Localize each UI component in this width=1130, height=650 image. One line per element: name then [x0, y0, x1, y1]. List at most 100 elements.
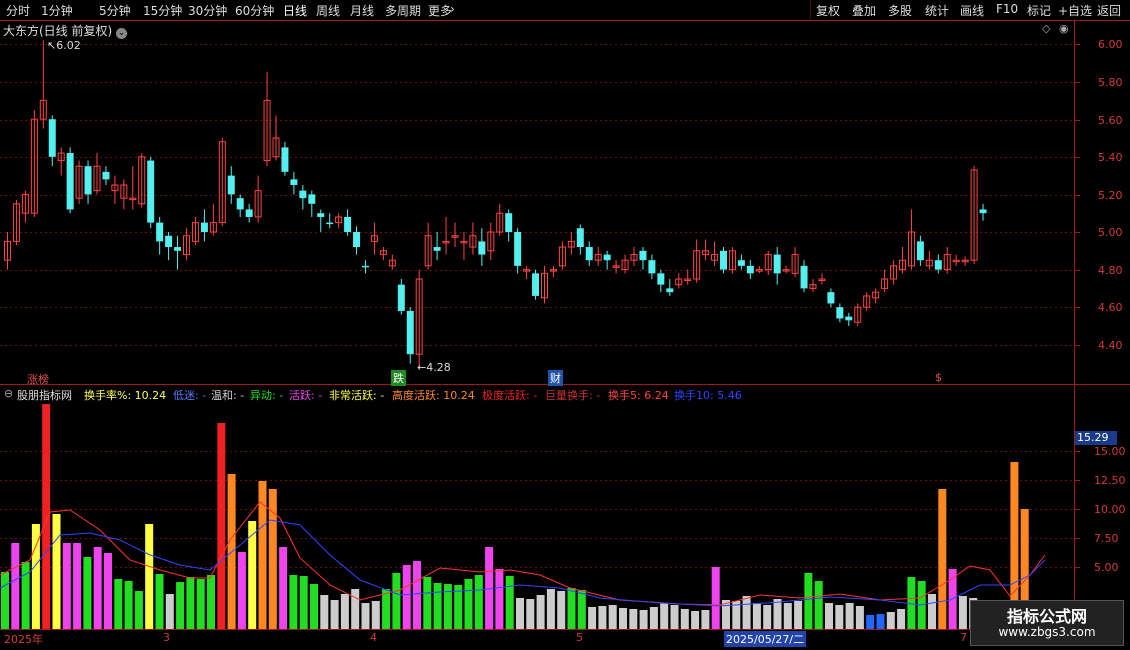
- turnover-bar: [299, 576, 308, 629]
- turnover-bar: [619, 608, 627, 629]
- watermark-title: 指标公式网: [1006, 607, 1087, 626]
- candle-body-down: [326, 222, 334, 225]
- date-label: 2025年: [4, 633, 43, 646]
- turnover-bar: [588, 607, 597, 629]
- candle-body-down: [827, 292, 835, 304]
- turnover-bar: [742, 596, 751, 629]
- candle-body-down: [657, 273, 665, 285]
- turnover-bar: [794, 601, 803, 629]
- candle-body-down: [48, 119, 56, 157]
- turnover-bar: [639, 610, 648, 629]
- turnover-bar: [93, 547, 102, 629]
- chevron-down-icon[interactable]: ⌄: [116, 28, 128, 39]
- candle-body-down: [433, 247, 441, 251]
- turnover-bar: [763, 605, 772, 629]
- candle-body-down: [576, 228, 584, 248]
- turnover-bar: [351, 589, 360, 629]
- turnover-bar: [577, 590, 586, 629]
- price-tick: 4.60: [1098, 301, 1123, 314]
- turnover-bar: [464, 579, 473, 629]
- candle-body-down: [648, 260, 656, 274]
- turnover-bar: [536, 595, 545, 629]
- turnover-bar: [516, 598, 524, 629]
- turnover-bar: [629, 609, 638, 629]
- crosshair-date-label: 2025/05/27/二: [724, 631, 807, 647]
- candle-body-down: [737, 260, 745, 266]
- candle-body-down: [836, 307, 844, 319]
- turnover-bars: [1, 404, 1029, 629]
- turnover-bar: [876, 614, 885, 629]
- indicator-settings-icon[interactable]: ⊖: [4, 387, 13, 400]
- turnover-bar: [114, 579, 123, 629]
- turnover-tick: 12.50: [1094, 474, 1126, 487]
- turnover-bar: [155, 574, 164, 629]
- turnover-bar: [402, 565, 411, 629]
- turnover-bar: [320, 595, 329, 629]
- indicator-name[interactable]: 股朋指标网: [17, 387, 72, 403]
- turnover-bar: [567, 588, 576, 629]
- turnover-bar: [680, 609, 689, 629]
- marker-finance[interactable]: 财: [548, 370, 563, 386]
- candle-body-down: [102, 171, 110, 180]
- low-price-label: ←4.28: [417, 361, 451, 374]
- turnover-tick: 15.00: [1094, 445, 1126, 458]
- price-tick: 5.20: [1098, 189, 1123, 202]
- candle-body-down: [236, 198, 244, 210]
- marker-limit-up[interactable]: 涨榜: [27, 371, 49, 387]
- turnover-bar: [279, 547, 288, 629]
- turnover-bar: [608, 605, 617, 629]
- turnover-bar: [207, 575, 215, 629]
- diamond-icon[interactable]: ◇: [1042, 22, 1050, 35]
- turnover-bar: [73, 543, 82, 629]
- candle-body-down: [397, 284, 405, 311]
- turnover-bar: [804, 573, 813, 629]
- candle-body-down: [245, 209, 253, 217]
- turnover-bar: [423, 577, 432, 629]
- watermark-box: 指标公式网 www.zbgs3.com: [970, 600, 1124, 646]
- turnover-bar: [670, 605, 679, 629]
- candle-body-down: [344, 216, 352, 232]
- turnover-bar: [546, 589, 555, 629]
- candle-body-down: [746, 265, 754, 274]
- watermark-url: www.zbgs3.com: [998, 625, 1096, 639]
- candle-body-down: [720, 250, 727, 270]
- turnover-bar: [186, 577, 195, 629]
- turnover-bar: [145, 524, 154, 629]
- candle-body-down: [532, 273, 540, 296]
- price-tick: 5.40: [1098, 151, 1123, 164]
- candle-body-down: [362, 265, 369, 268]
- chart-canvas[interactable]: [0, 0, 1130, 650]
- candle-body-down: [290, 179, 298, 185]
- turnover-bar: [886, 612, 895, 629]
- turnover-bar: [237, 552, 246, 629]
- candle-body-down: [84, 166, 92, 195]
- turnover-bar: [928, 594, 936, 629]
- turnover-tick: 7.50: [1094, 532, 1119, 545]
- turnover-bar: [855, 606, 864, 629]
- turnover-bar: [124, 581, 133, 629]
- turnover-bar: [196, 579, 205, 629]
- marker-drop[interactable]: 跌: [391, 370, 406, 386]
- turnover-bar: [371, 601, 380, 629]
- price-tick: 5.00: [1098, 226, 1123, 239]
- candle-body-down: [585, 247, 593, 261]
- marker-dollar[interactable]: $: [935, 371, 942, 384]
- turnover-bar: [814, 581, 823, 629]
- candle-body-down: [800, 265, 808, 289]
- candle-body-down: [200, 222, 208, 232]
- turnover-bar: [258, 481, 267, 629]
- price-tick: 4.40: [1098, 339, 1123, 352]
- turnover-bar: [526, 599, 535, 629]
- turnover-bar: [474, 575, 483, 629]
- candle-body-down: [934, 260, 942, 270]
- candle-body-down: [308, 194, 316, 204]
- turnover-bar: [165, 594, 174, 629]
- turnover-bar: [598, 606, 607, 629]
- turnover-bar: [340, 594, 349, 629]
- turnover-bar: [485, 547, 494, 629]
- settings-icon[interactable]: ◉: [1059, 22, 1069, 35]
- legend-active: 活跃: -: [289, 389, 323, 402]
- candlestick-series: [4, 40, 987, 368]
- turnover-bar: [557, 591, 566, 629]
- price-tick: 6.00: [1098, 38, 1123, 51]
